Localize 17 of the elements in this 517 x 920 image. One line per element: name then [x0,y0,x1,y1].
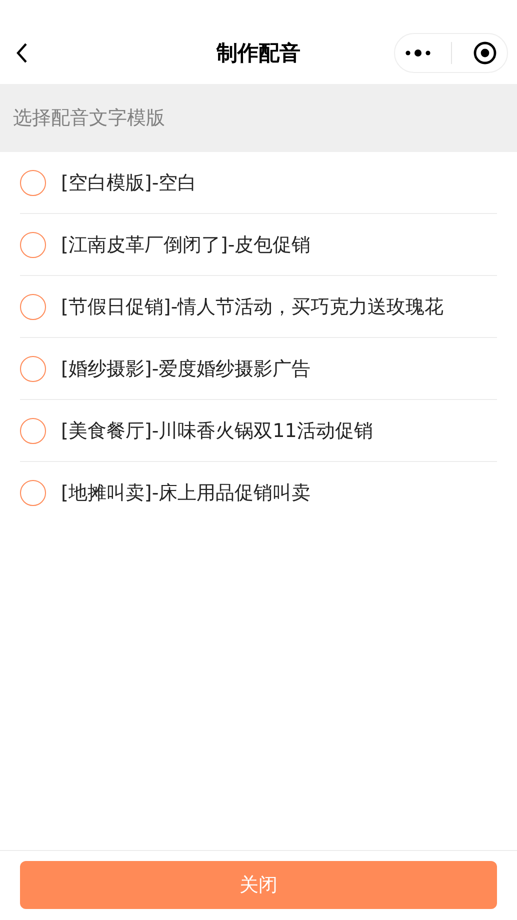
section-header: 选择配音文字模版 [0,84,517,152]
target-icon[interactable] [472,40,497,64]
radio-button[interactable] [20,418,46,444]
template-option[interactable]: [江南皮革厂倒闭了]-皮包促销 [20,214,497,276]
template-option[interactable]: [节假日促销]-情人节活动，买巧克力送玫瑰花 [20,276,497,338]
template-option[interactable]: [婚纱摄影]-爱度婚纱摄影广告 [20,338,497,400]
template-option[interactable]: [空白模版]-空白 [20,152,497,214]
radio-button[interactable] [20,356,46,382]
more-icon[interactable] [405,48,432,58]
back-icon[interactable] [16,42,28,64]
radio-button[interactable] [20,480,46,506]
page-title: 制作配音 [216,40,300,66]
radio-button[interactable] [20,232,46,258]
template-option[interactable]: [美食餐厅]-川味香火锅双11活动促销 [20,400,497,462]
radio-button[interactable] [20,170,46,196]
radio-button[interactable] [20,294,46,320]
template-option[interactable]: [地摊叫卖]-床上用品促销叫卖 [20,462,497,524]
